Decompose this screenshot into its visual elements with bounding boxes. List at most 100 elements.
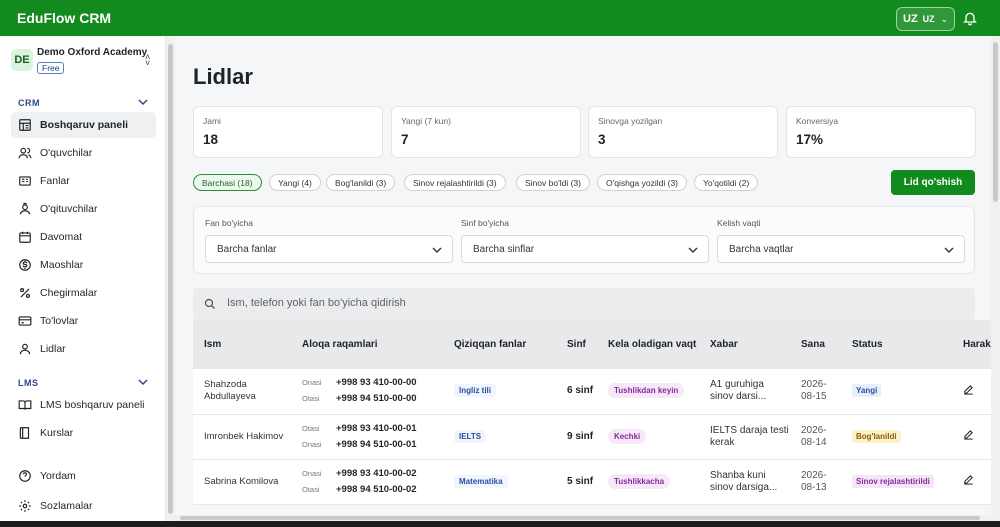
phone-number[interactable]: +998 94 510-00-01 (336, 439, 443, 451)
column-header: Harakatlar (963, 338, 991, 350)
phone-number[interactable]: +998 93 410-00-02 (336, 468, 443, 480)
column-header: Kela oladigan vaqt (608, 338, 697, 350)
chevron-down-icon: ⌄ (940, 13, 949, 24)
chevron-down-icon[interactable] (137, 97, 149, 107)
main-content: Lidlar Jami 18 Yangi (7 kun) 7 Sinovga y… (175, 36, 991, 520)
column-header: Sana (801, 338, 825, 350)
lead-date: 2026-08-13 (801, 469, 827, 493)
org-name: Demo Oxford Academy (37, 47, 148, 58)
sidebar-item-label: Fanlar (40, 175, 70, 187)
table-row[interactable]: Shahzoda Abdullayeva Onasi +998 93 410-0… (193, 369, 991, 414)
person-icon (19, 343, 31, 355)
message-text: Shanba kuni sinov darsiga... (710, 469, 778, 493)
page-scrollbar-thumb[interactable] (993, 42, 998, 202)
filter-chip-all[interactable]: Barchasi (18) (193, 174, 262, 191)
sidebar-scrollbar[interactable] (166, 36, 175, 520)
filter-chip-enrolled[interactable]: O'qishga yozildi (3) (597, 174, 688, 191)
sidebar-item-subjects[interactable]: Fanlar (11, 168, 156, 194)
contact-cell: Otasi +998 93 410-00-01 Onasi +998 94 51… (291, 414, 443, 459)
table-row[interactable]: Sabrina Komilova Onasi +998 93 410-00-02… (193, 459, 991, 504)
sidebar-item-leads[interactable]: Lidlar (11, 336, 156, 362)
subject-select[interactable]: Barcha fanlar (205, 235, 453, 263)
sidebar-item-attendance[interactable]: Davomat (11, 224, 156, 250)
filter-chip-trial-scheduled[interactable]: Sinov rejalashtirildi (3) (404, 174, 506, 191)
stat-label: Jami (203, 116, 221, 126)
page-scrollbar[interactable] (991, 36, 1000, 527)
dollar-icon (19, 259, 31, 271)
column-header: Xabar (710, 338, 738, 350)
sidebar-item-dashboard[interactable]: Boshqaruv paneli (11, 112, 156, 138)
status-badge[interactable]: Yangi (852, 384, 882, 398)
chevron-down-icon (944, 247, 954, 253)
sidebar-item-settings[interactable]: Sozlamalar (11, 493, 156, 519)
chevron-down-icon (688, 247, 698, 253)
stat-card-new: Yangi (7 kun) 7 (391, 106, 581, 158)
sidebar-item-salaries[interactable]: Maoshlar (11, 252, 156, 278)
org-switcher[interactable]: DE Demo Oxford Academy Free ˄ ˅ (11, 46, 161, 86)
table-scrollbar-thumb[interactable] (180, 516, 980, 520)
edit-icon[interactable] (963, 384, 974, 395)
sidebar-scrollbar-thumb[interactable] (168, 44, 173, 514)
sidebar-item-label: Chegirmalar (40, 287, 98, 299)
search-bar[interactable]: Ism, telefon yoki fan bo'yicha qidirish (193, 288, 975, 320)
chevron-down-icon (432, 247, 442, 253)
stat-label: Yangi (7 kun) (401, 116, 451, 126)
sidebar-item-label: Maoshlar (40, 259, 84, 271)
status-badge[interactable]: Bog'lanildi (852, 429, 901, 443)
phone-number[interactable]: +998 93 410-00-00 (336, 377, 443, 389)
sidebar-item-help[interactable]: Yordam (11, 463, 156, 489)
filter-chip-new[interactable]: Yangi (4) (269, 174, 321, 191)
sidebar-item-payments[interactable]: To'lovlar (11, 308, 156, 334)
message-text: IELTS daraja testi kerak (710, 424, 789, 448)
dashboard-icon (19, 119, 31, 131)
contact-cell: Onasi +998 93 410-00-00 Otasi +998 94 51… (291, 369, 443, 414)
edit-icon[interactable] (963, 474, 974, 485)
crm-section-label: CRM (18, 98, 40, 108)
phone-number[interactable]: +998 94 510-00-02 (336, 484, 443, 496)
add-lead-button[interactable]: Lid qo'shish (891, 170, 975, 195)
time-select[interactable]: Barcha vaqtlar (717, 235, 965, 263)
sidebar-item-label: O'qituvchilar (40, 203, 98, 215)
lms-section-label: LMS (18, 378, 39, 388)
filter-chip-trial-done[interactable]: Sinov bo'ldi (3) (516, 174, 590, 191)
language-switcher[interactable]: UZ UZ ⌄ (896, 7, 955, 31)
sidebar-item-students[interactable]: O'quvchilar (11, 140, 156, 166)
filter-label-subject: Fan bo'yicha (205, 218, 253, 228)
app-brand[interactable]: EduFlow CRM (17, 10, 111, 26)
stat-label: Konversiya (796, 116, 839, 126)
sidebar-item-label: LMS boshqaruv paneli (40, 399, 145, 411)
sidebar-item-lms-dashboard[interactable]: LMS boshqaruv paneli (11, 392, 156, 418)
lead-name: Imronbek Hakimov (204, 430, 284, 442)
filters-panel: Fan bo'yicha Barcha fanlar Sinf bo'yicha… (193, 206, 975, 274)
stat-card-conversion: Konversiya 17% (786, 106, 976, 158)
teacher-icon (19, 202, 31, 215)
chevron-down-icon[interactable] (137, 377, 149, 387)
message-text: A1 guruhiga sinov darsi... (710, 379, 767, 403)
search-input[interactable]: Ism, telefon yoki fan bo'yicha qidirish (227, 297, 406, 309)
filter-label-time: Kelish vaqti (717, 218, 761, 228)
bell-icon[interactable] (962, 10, 978, 26)
table-row[interactable]: Imronbek Hakimov Otasi +998 93 410-00-01… (193, 414, 991, 459)
sidebar: DE Demo Oxford Academy Free ˄ ˅ CRM Boshq… (0, 36, 166, 527)
grade-select[interactable]: Barcha sinflar (461, 235, 709, 263)
phone-number[interactable]: +998 94 510-00-00 (336, 393, 443, 405)
contact-relation: Onasi (302, 378, 322, 388)
phone-number[interactable]: +998 93 410-00-01 (336, 423, 443, 435)
column-header: Ism (204, 338, 222, 350)
sidebar-item-label: Yordam (40, 470, 76, 482)
sidebar-item-teachers[interactable]: O'qituvchilar (11, 196, 156, 222)
help-icon (19, 470, 31, 482)
stat-value: 3 (598, 132, 606, 147)
grade-value: 9 sinf (567, 430, 594, 442)
contact-cell: Onasi +998 93 410-00-02 Otasi +998 94 51… (291, 459, 443, 504)
sidebar-item-discounts[interactable]: Chegirmalar (11, 280, 156, 306)
top-bar: EduFlow CRM UZ UZ ⌄ (0, 0, 1000, 36)
filter-chip-contacted[interactable]: Bog'lanildi (3) (326, 174, 396, 191)
filter-chip-lost[interactable]: Yo'qotildi (2) (694, 174, 759, 191)
contact-relation: Otasi (302, 484, 320, 494)
time-pill: Kechki (608, 428, 647, 444)
edit-icon[interactable] (963, 429, 974, 440)
status-badge[interactable]: Sinov rejalashtirildi (852, 474, 934, 488)
chevron-updown-icon: ˄ ˅ (145, 52, 151, 68)
sidebar-item-courses[interactable]: Kurslar (11, 420, 156, 446)
